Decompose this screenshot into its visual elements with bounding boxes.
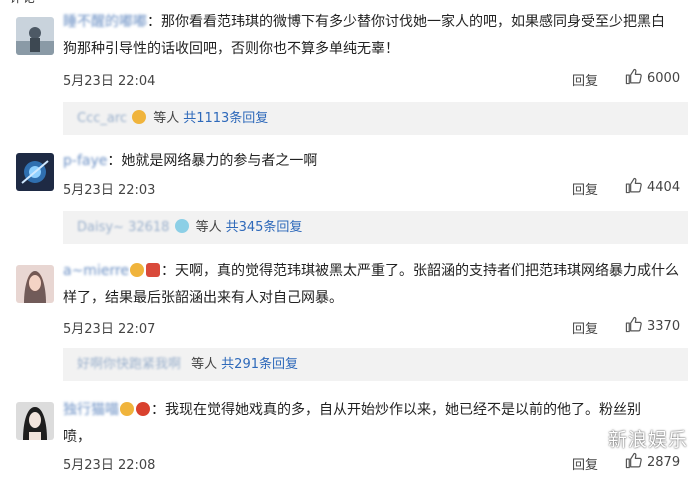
reply-button[interactable]: 回复 bbox=[572, 70, 598, 89]
clipped-header-text: 评论 bbox=[10, 0, 36, 4]
sub-reply-total[interactable]: 共345条回复 bbox=[226, 220, 303, 235]
sub-reply-users[interactable]: Ccc_arc bbox=[77, 111, 127, 126]
reply-button[interactable]: 回复 bbox=[572, 179, 598, 198]
red-badge-icon bbox=[136, 402, 150, 416]
like-button[interactable]: 3370 bbox=[625, 316, 680, 334]
sub-reply-users[interactable]: 好啊你快跑紧我啊 bbox=[77, 357, 181, 372]
sub-reply-users[interactable]: Daisy~ 32618 bbox=[77, 220, 169, 235]
sub-reply-deng: 等人 bbox=[153, 111, 180, 126]
timestamp: 5月23日 22:04 bbox=[63, 74, 156, 89]
comment-line: 那你看看范玮琪的微博下有多少替你讨伐她一家人的吧，如果感同身受至少把黑白 bbox=[161, 14, 665, 30]
like-button[interactable]: 6000 bbox=[625, 68, 680, 86]
sub-reply-total[interactable]: 共1113条回复 bbox=[183, 111, 268, 126]
thumbs-up-icon bbox=[625, 68, 642, 85]
comment-line: 狗那种引导性的话收回吧，否则你也不算多单纯无辜！ bbox=[63, 41, 399, 57]
timestamp: 5月23日 22:07 bbox=[63, 322, 156, 337]
sub-replies-bar[interactable]: Ccc_arc 等人 共1113条回复 bbox=[63, 102, 688, 135]
timestamp: 5月23日 22:08 bbox=[63, 458, 156, 473]
watermark: 新浪娱乐 bbox=[585, 425, 688, 452]
like-count: 4404 bbox=[647, 180, 681, 195]
comment-line: 样了，结果最后张韶涵出来有人对自己网暴。 bbox=[63, 290, 343, 306]
username[interactable]: p-faye bbox=[63, 153, 107, 169]
reply-button[interactable]: 回复 bbox=[572, 454, 598, 473]
comment-line: 我现在觉得她戏真的多，自从开始炒作以来，她已经不是以前的他了。粉丝别 bbox=[165, 402, 641, 418]
emoji-icon bbox=[120, 402, 134, 416]
username[interactable]: 睡不醒的嘟嘟 bbox=[63, 14, 147, 30]
sub-reply-total[interactable]: 共291条回复 bbox=[221, 357, 298, 372]
timestamp: 5月23日 22:03 bbox=[63, 183, 156, 198]
badge-icon bbox=[146, 263, 161, 277]
comment-text: 睡不醒的嘟嘟：那你看看范玮琪的微博下有多少替你讨伐她一家人的吧，如果感同身受至少… bbox=[63, 14, 665, 30]
thumbs-up-icon bbox=[625, 177, 642, 194]
clipped-header-fragment: 评论 bbox=[0, 0, 700, 8]
avatar[interactable] bbox=[16, 265, 54, 303]
like-button[interactable]: 4404 bbox=[625, 177, 680, 195]
like-count: 2879 bbox=[647, 455, 681, 470]
sub-reply-deng: 等人 bbox=[191, 357, 218, 372]
comment-text-cont: 样了，结果最后张韶涵出来有人对自己网暴。 bbox=[63, 285, 688, 312]
like-count: 6000 bbox=[647, 71, 681, 86]
emoji-icon bbox=[174, 219, 189, 233]
watermark-text: 新浪娱乐 bbox=[608, 429, 689, 451]
comment-line: 天啊，真的觉得范玮琪被黑太严重了。张韶涵的支持者们把范玮琪网络暴力成什么 bbox=[175, 263, 680, 279]
username[interactable]: a~mierre bbox=[63, 263, 129, 279]
comment-text: 独行猫喵 ：我现在觉得她戏真的多，自从开始炒作以来，她已经不是以前的他了。粉丝别 bbox=[63, 402, 641, 418]
like-count: 3370 bbox=[647, 319, 681, 334]
username[interactable]: 独行猫喵 bbox=[63, 402, 119, 418]
reply-button[interactable]: 回复 bbox=[572, 318, 598, 337]
thumbs-up-icon bbox=[625, 452, 642, 469]
thumbs-up-icon bbox=[625, 316, 642, 333]
sub-replies-bar[interactable]: Daisy~ 32618 等人 共345条回复 bbox=[63, 211, 688, 244]
avatar[interactable] bbox=[16, 17, 54, 55]
sub-reply-deng: 等人 bbox=[195, 220, 222, 235]
comment-text-cont: 狗那种引导性的话收回吧，否则你也不算多单纯无辜！ bbox=[63, 36, 688, 63]
avatar[interactable] bbox=[16, 153, 54, 191]
comment-line: 喷， bbox=[63, 429, 91, 445]
emoji-icon bbox=[132, 110, 147, 124]
sub-replies-bar[interactable]: 好啊你快跑紧我啊 等人 共291条回复 bbox=[63, 348, 688, 381]
comment-text: p-faye：她就是网络暴力的参与者之一啊 bbox=[63, 153, 318, 169]
comment-text: a~mierre ：天啊，真的觉得范玮琪被黑太严重了。张韶涵的支持者们把范玮琪网络… bbox=[63, 263, 680, 279]
avatar[interactable] bbox=[16, 402, 54, 440]
weibo-logo-icon bbox=[585, 430, 604, 449]
comment-line: 她就是网络暴力的参与者之一啊 bbox=[121, 153, 318, 169]
emoji-icon bbox=[130, 263, 145, 277]
like-button[interactable]: 2879 bbox=[625, 452, 680, 470]
